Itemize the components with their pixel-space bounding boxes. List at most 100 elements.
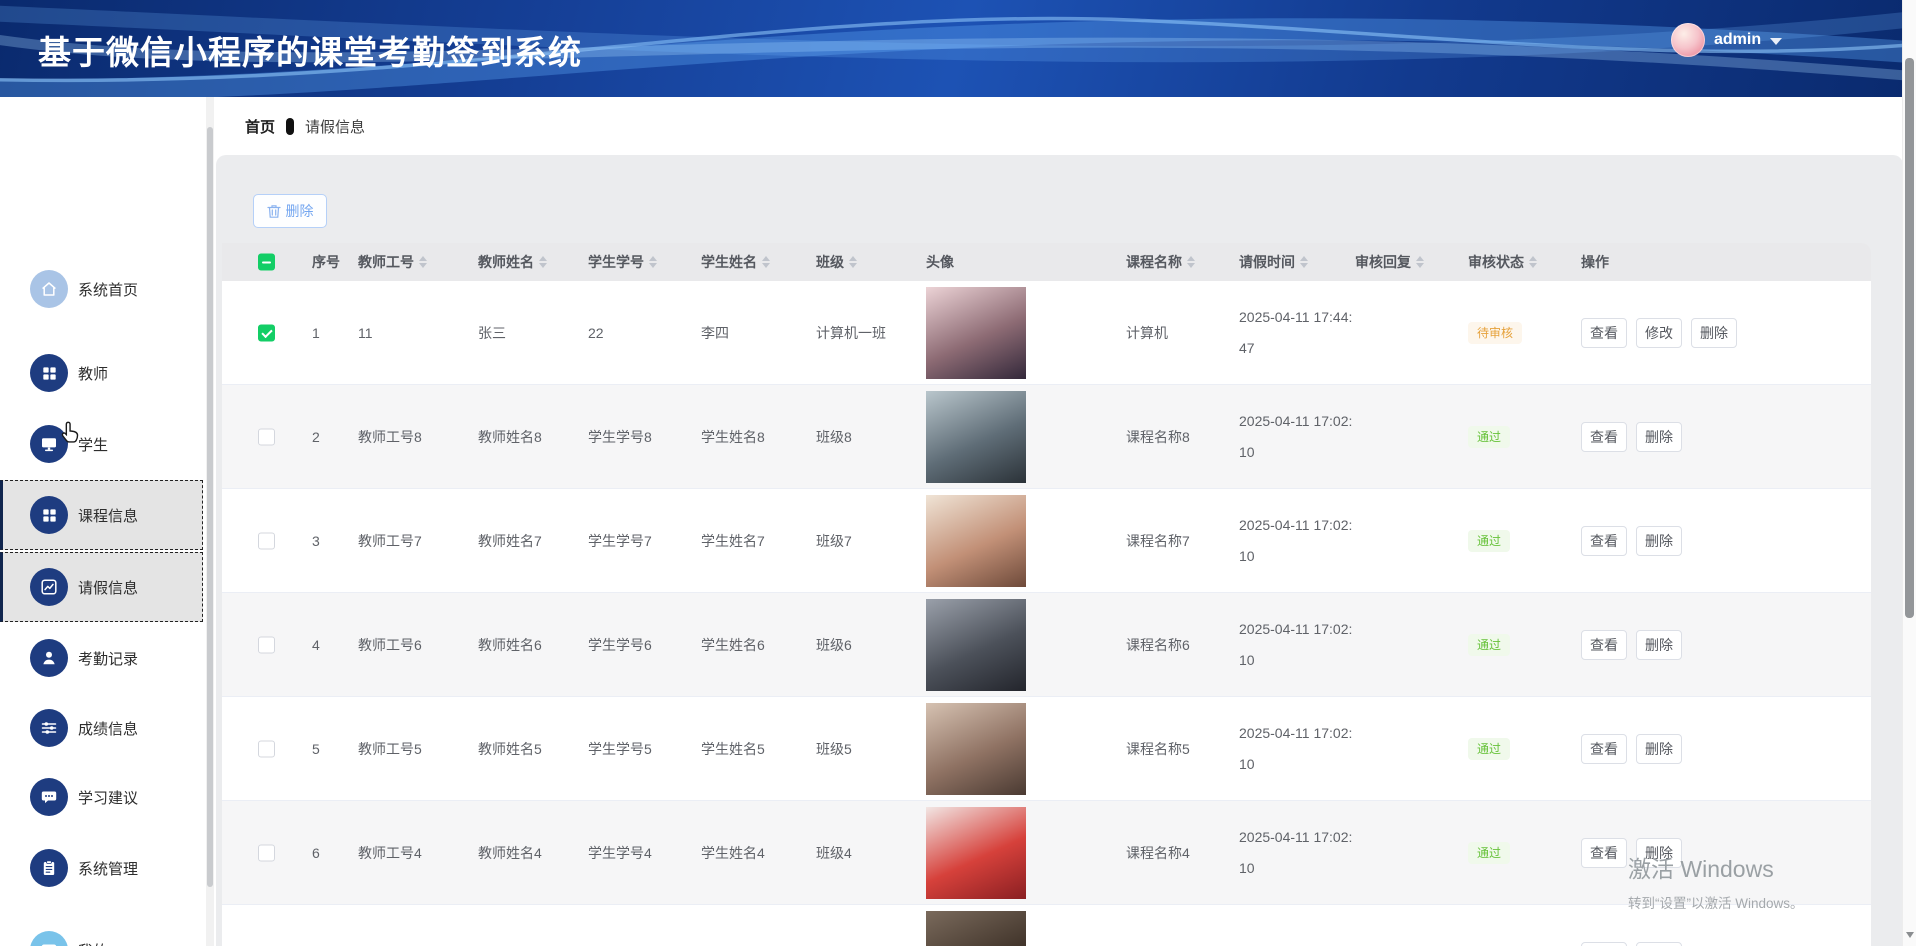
column-header-status[interactable]: 审核状态	[1468, 252, 1537, 272]
view-button[interactable]: 查看	[1581, 421, 1627, 452]
column-header-clazz[interactable]: 班级	[816, 252, 857, 272]
sort-carets-icon[interactable]	[1187, 256, 1195, 268]
sidebar-item-label: 考勤记录	[78, 650, 139, 668]
sidebar-item-leave[interactable]: 请假信息	[0, 552, 203, 622]
sort-carets-icon[interactable]	[849, 256, 857, 268]
row-checkbox[interactable]	[258, 428, 275, 445]
row-actions: 查看删除	[1581, 421, 1682, 452]
row-checkbox[interactable]	[258, 636, 275, 653]
avatar-image	[926, 910, 1026, 946]
row-checkbox[interactable]	[258, 740, 275, 757]
row-checkbox[interactable]	[258, 532, 275, 549]
cell-class: 计算机一班	[816, 324, 886, 341]
cell-review-status: 通过	[1468, 841, 1511, 864]
sidebar-item-label: 系统首页	[78, 281, 139, 299]
cell-student-id: 学生学号7	[588, 532, 652, 549]
row-actions: 查看删除	[1581, 525, 1682, 556]
cell-course-name: 课程名称4	[1126, 844, 1190, 861]
batch-delete-button[interactable]: 删除	[253, 194, 327, 228]
status-badge: 通过	[1468, 737, 1511, 760]
user-menu[interactable]: admin	[1671, 22, 1783, 58]
row-actions: 查看删除	[1581, 629, 1682, 660]
clipboard-icon	[30, 849, 68, 887]
column-header-teacher-id[interactable]: 教师工号	[358, 252, 427, 272]
sidebar-item-teacher[interactable]: 教师	[0, 338, 203, 408]
sidebar-item-label: 学生	[78, 436, 109, 454]
row-checkbox[interactable]	[258, 844, 275, 861]
cell-leave-time: 2025-04-11 17:02:10	[1239, 724, 1353, 772]
sidebar-item-student[interactable]: 学生	[0, 409, 203, 479]
table-row: 2 教师工号8 教师姓名8 学生学号8 学生姓名8 班级8 课程名称8 2025-04-11 …	[222, 385, 1871, 489]
view-button[interactable]: 查看	[1581, 837, 1627, 868]
sort-carets-icon[interactable]	[539, 256, 547, 268]
column-header-student-name[interactable]: 学生姓名	[701, 252, 770, 272]
cell-teacher-id: 教师工号7	[358, 532, 422, 549]
cell-student-id: 学生学号4	[588, 844, 652, 861]
cell-index: 2	[312, 428, 320, 445]
table-row: 6 教师工号4 教师姓名4 学生学号4 学生姓名4 班级4 课程名称4 2025-04-11 …	[222, 801, 1871, 905]
table-row: 3 教师工号7 教师姓名7 学生学号7 学生姓名7 班级7 课程名称7 2025-04-11 …	[222, 489, 1871, 593]
delete-row-button[interactable]: 删除	[1636, 629, 1682, 660]
sort-carets-icon[interactable]	[1529, 256, 1537, 268]
column-header-student-id[interactable]: 学生学号	[588, 252, 657, 272]
column-header-actions: 操作	[1581, 254, 1609, 270]
cell-index: 3	[312, 532, 320, 549]
delete-row-button[interactable]: 删除	[1636, 733, 1682, 764]
cell-leave-time: 2025-04-11 17:02:10	[1239, 620, 1353, 668]
row-actions: 查看删除	[1581, 837, 1682, 868]
breadcrumb-home[interactable]: 首页	[245, 116, 275, 137]
column-header-course[interactable]: 课程名称	[1126, 252, 1195, 272]
row-actions: 查看 删除	[1581, 941, 1682, 946]
table-row: 1 11 张三 22 李四 计算机一班 计算机 2025-04-11 17:44:47 待审核查…	[222, 281, 1871, 385]
view-button[interactable]: 查看	[1581, 629, 1627, 660]
cell-review-status: 通过	[1468, 425, 1511, 448]
sidebar-scrollbar[interactable]	[206, 97, 214, 946]
cell-course-name: 课程名称5	[1126, 740, 1190, 757]
sidebar-item-home[interactable]: 系统首页	[0, 254, 203, 324]
delete-row-button[interactable]: 删除	[1636, 421, 1682, 452]
view-button[interactable]: 查看	[1581, 317, 1627, 348]
column-header-reply[interactable]: 审核回复	[1355, 252, 1424, 272]
page-scrollbar-thumb[interactable]	[1905, 58, 1914, 618]
sort-carets-icon[interactable]	[1416, 256, 1424, 268]
view-button[interactable]: 查看	[1581, 941, 1627, 946]
cell-teacher-name: 张三	[478, 324, 506, 341]
sidebar-item-system[interactable]: 系统管理	[0, 833, 203, 903]
cell-index: 1	[312, 324, 320, 341]
select-all-checkbox[interactable]	[258, 253, 275, 271]
sidebar-item-course[interactable]: 课程信息	[0, 480, 203, 550]
sidebar-item-attendance[interactable]: 考勤记录	[0, 623, 203, 693]
delete-row-button[interactable]: 删除	[1636, 941, 1682, 946]
edit-button[interactable]: 修改	[1636, 317, 1682, 348]
column-header-avatar: 头像	[926, 254, 954, 270]
sidebar-scrollbar-thumb[interactable]	[207, 127, 213, 887]
cell-course-name: 计算机	[1126, 324, 1168, 341]
delete-row-button[interactable]: 删除	[1636, 837, 1682, 868]
view-button[interactable]: 查看	[1581, 525, 1627, 556]
sidebar-item-label: 课程信息	[78, 507, 139, 525]
app-header: 基于微信小程序的课堂考勤签到系统 admin	[0, 0, 1916, 97]
scrollbar-down-arrow-icon[interactable]	[1906, 932, 1914, 938]
sort-carets-icon[interactable]	[762, 256, 770, 268]
sidebar-item-mine[interactable]: 我的	[0, 915, 203, 946]
page-scrollbar[interactable]	[1902, 0, 1916, 946]
sort-carets-icon[interactable]	[649, 256, 657, 268]
sort-carets-icon[interactable]	[419, 256, 427, 268]
sort-carets-icon[interactable]	[1300, 256, 1308, 268]
row-actions: 查看 修改 删除	[1581, 317, 1737, 348]
view-button[interactable]: 查看	[1581, 733, 1627, 764]
delete-row-button[interactable]: 删除	[1636, 525, 1682, 556]
content-panel: 删除 序号 教师工号 教师姓名 学生学号 学生姓名 班级 头像 课程名称 请假时间 审核回复 审核状…	[216, 155, 1903, 946]
chart-icon	[30, 568, 68, 606]
row-checkbox[interactable]	[258, 324, 275, 341]
cell-leave-time: 2025-04-11 17:02:10	[1239, 516, 1353, 564]
column-header-teacher-name[interactable]: 教师姓名	[478, 252, 547, 272]
user-avatar[interactable]	[1671, 23, 1705, 57]
status-badge: 通过	[1468, 633, 1511, 656]
column-header-time[interactable]: 请假时间	[1239, 252, 1308, 272]
delete-row-button[interactable]: 删除	[1691, 317, 1737, 348]
avatar-image	[926, 286, 1026, 379]
sidebar-item-advice[interactable]: 学习建议	[0, 762, 203, 832]
sidebar-item-grade[interactable]: 成绩信息	[0, 693, 203, 763]
cell-class: 班级5	[816, 740, 852, 757]
